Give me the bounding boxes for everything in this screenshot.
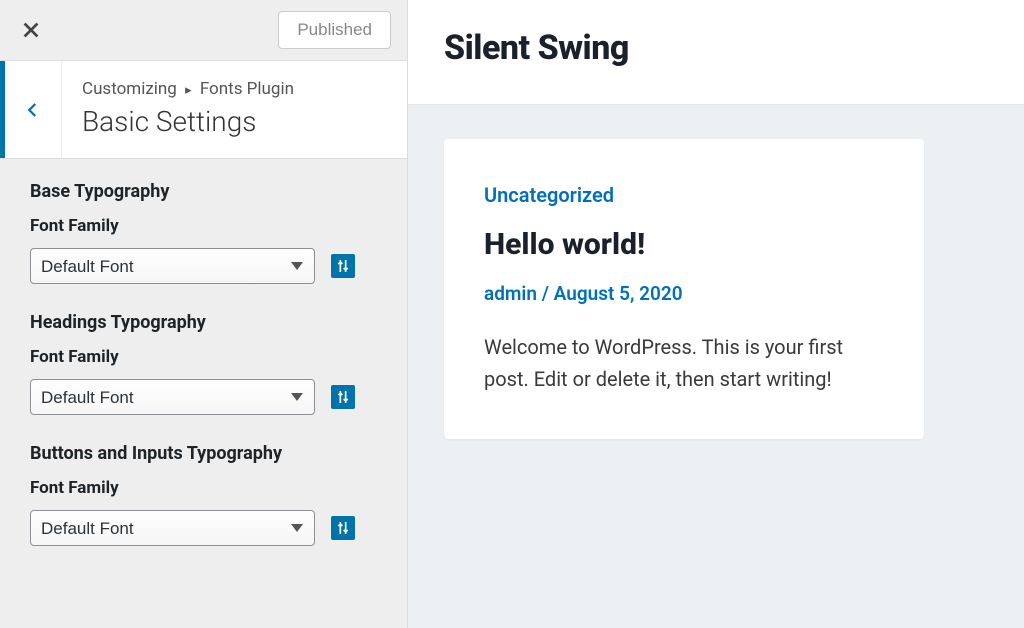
customizer-topbar: Published — [0, 0, 407, 60]
panel-header: Customizing ▸ Fonts Plugin Basic Setting… — [0, 60, 407, 159]
field-label-headings: Font Family — [30, 347, 377, 367]
post-excerpt: Welcome to WordPress. This is your first… — [484, 331, 884, 395]
post-author-link[interactable]: admin — [484, 282, 537, 305]
select-row-buttons: Default Font — [30, 510, 377, 546]
select-row-base: Default Font — [30, 248, 377, 284]
sliders-icon — [335, 258, 351, 274]
customizer-sidebar: Published Customizing ▸ Fonts Plugin Bas… — [0, 0, 408, 628]
typography-options-button-base[interactable] — [331, 254, 355, 278]
close-icon — [20, 19, 42, 41]
post-meta: admin / August 5, 2020 — [484, 282, 884, 305]
panel-title: Basic Settings — [82, 105, 387, 138]
chevron-left-icon — [24, 96, 42, 124]
site-preview: Silent Swing Uncategorized Hello world! … — [408, 0, 1024, 628]
post-meta-separator: / — [537, 282, 554, 305]
post-card: Uncategorized Hello world! admin / Augus… — [444, 139, 924, 439]
site-title[interactable]: Silent Swing — [444, 28, 988, 68]
breadcrumb: Customizing ▸ Fonts Plugin — [82, 79, 387, 99]
breadcrumb-separator: ▸ — [185, 83, 192, 98]
font-family-select-base[interactable]: Default Font — [30, 248, 315, 284]
post-title[interactable]: Hello world! — [484, 227, 884, 262]
font-family-select-headings[interactable]: Default Font — [30, 379, 315, 415]
post-category-link[interactable]: Uncategorized — [484, 183, 614, 207]
close-button[interactable] — [16, 15, 46, 45]
site-header: Silent Swing — [408, 0, 1024, 105]
field-label-buttons: Font Family — [30, 478, 377, 498]
back-button[interactable] — [0, 61, 62, 158]
font-family-select-buttons[interactable]: Default Font — [30, 510, 315, 546]
post-date: August 5, 2020 — [554, 282, 683, 305]
section-heading-base: Base Typography — [30, 181, 377, 202]
typography-options-button-headings[interactable] — [331, 385, 355, 409]
field-label-base: Font Family — [30, 216, 377, 236]
breadcrumb-section: Fonts Plugin — [200, 79, 294, 99]
typography-options-button-buttons[interactable] — [331, 516, 355, 540]
section-heading-buttons: Buttons and Inputs Typography — [30, 443, 377, 464]
controls-area: Base Typography Font Family Default Font… — [0, 159, 407, 628]
panel-header-text: Customizing ▸ Fonts Plugin Basic Setting… — [62, 61, 407, 158]
publish-status-button[interactable]: Published — [278, 11, 391, 49]
select-row-headings: Default Font — [30, 379, 377, 415]
sliders-icon — [335, 520, 351, 536]
sliders-icon — [335, 389, 351, 405]
section-heading-headings: Headings Typography — [30, 312, 377, 333]
breadcrumb-root: Customizing — [82, 79, 177, 99]
preview-body: Uncategorized Hello world! admin / Augus… — [408, 105, 1024, 628]
